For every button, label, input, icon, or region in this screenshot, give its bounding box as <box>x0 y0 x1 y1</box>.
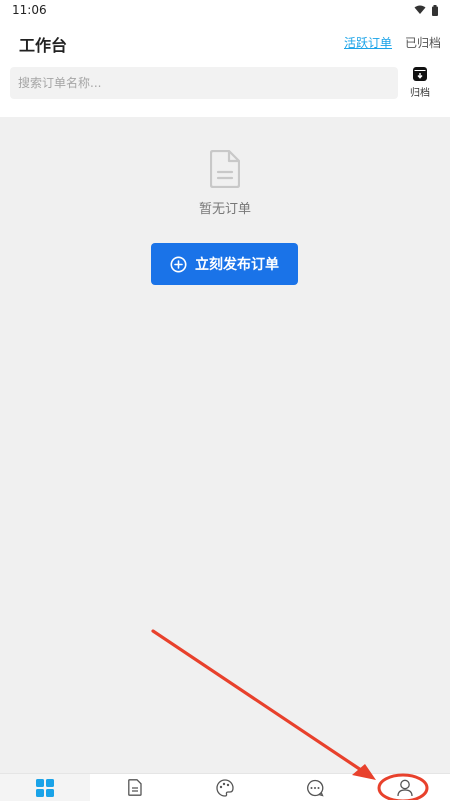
publish-order-button[interactable]: 立刻发布订单 <box>151 243 298 285</box>
nav-item-orders[interactable] <box>90 774 180 801</box>
tab-archived[interactable]: 已归档 <box>405 34 441 51</box>
nav-item-workbench[interactable] <box>0 774 90 801</box>
tab-active-orders[interactable]: 活跃订单 <box>344 34 392 51</box>
annotation-overlay <box>151 629 429 800</box>
status-time: 11:06 <box>12 3 47 17</box>
grid-icon <box>36 778 54 797</box>
status-bar: 11:06 <box>0 0 450 20</box>
palette-icon <box>216 778 234 797</box>
user-icon <box>397 779 413 796</box>
nav-item-design[interactable] <box>180 774 270 801</box>
page-title: 工作台 <box>19 36 68 55</box>
nav-item-messages[interactable] <box>270 774 360 801</box>
bottom-nav <box>0 773 450 801</box>
plus-circle-icon <box>170 256 187 272</box>
archive-label: 归档 <box>410 88 430 99</box>
status-icons <box>414 4 438 16</box>
nav-item-profile[interactable] <box>360 774 450 801</box>
header: 工作台 活跃订单 已归档 归档 <box>0 20 450 117</box>
annotation-arrow <box>151 629 363 772</box>
archive-button[interactable]: 归档 <box>405 66 435 102</box>
publish-order-label: 立刻发布订单 <box>195 257 279 273</box>
chat-bubble-icon <box>307 779 324 797</box>
archive-box-icon <box>413 67 427 81</box>
battery-icon <box>432 4 438 16</box>
document-icon <box>210 150 240 188</box>
empty-state: 暂无订单 <box>0 150 450 217</box>
wifi-icon <box>414 5 426 14</box>
document-icon <box>128 779 142 796</box>
empty-message: 暂无订单 <box>198 202 251 217</box>
search-input[interactable] <box>10 67 398 99</box>
